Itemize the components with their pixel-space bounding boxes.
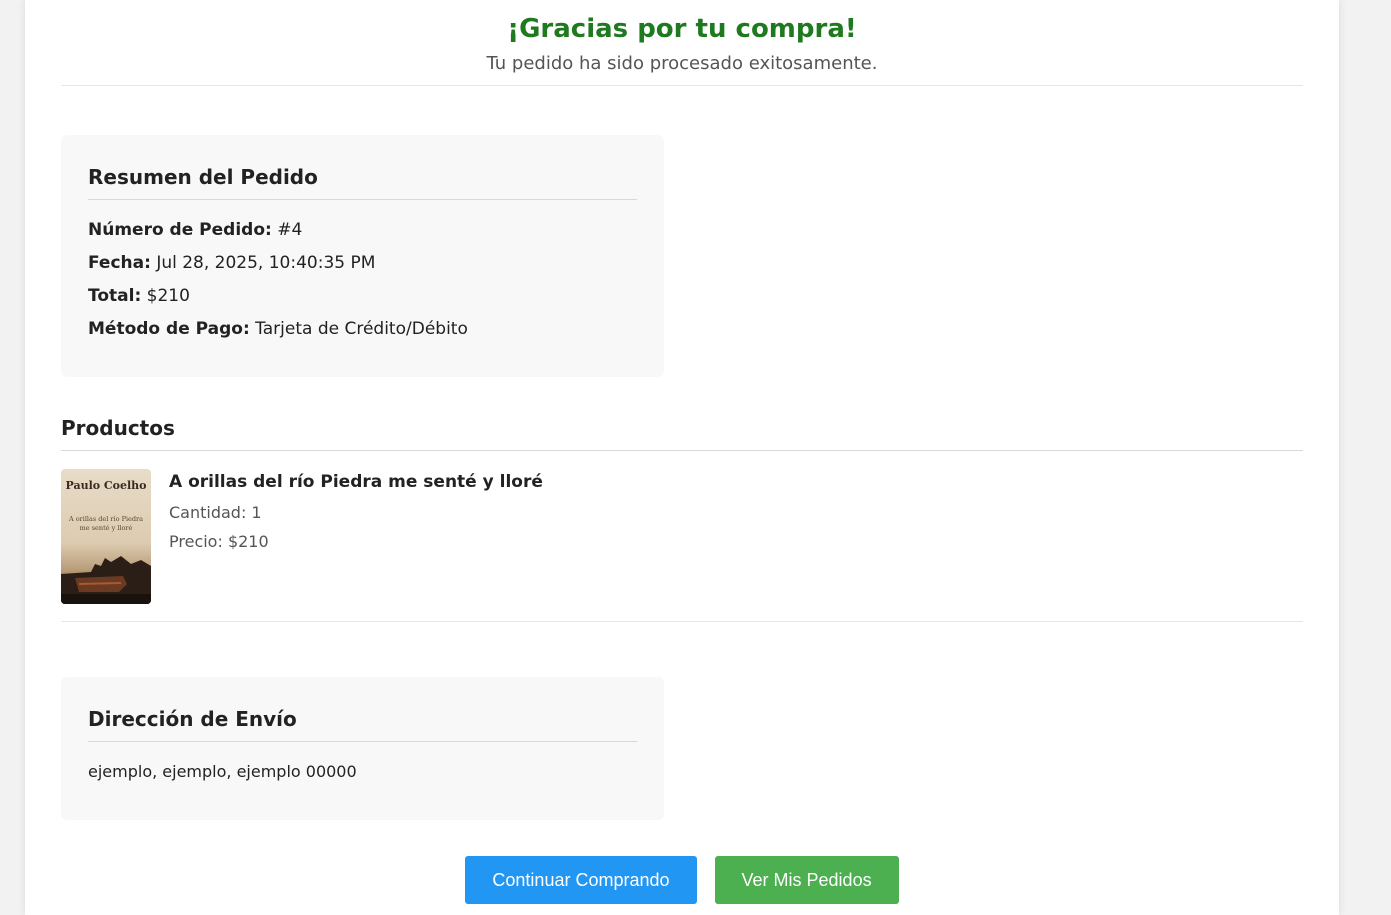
page-subtitle: Tu pedido ha sido procesado exitosamente… xyxy=(486,53,878,74)
book-cover-title: A orillas del río Piedra me senté y llor… xyxy=(68,515,144,532)
continue-shopping-button[interactable]: Continuar Comprando xyxy=(465,856,697,904)
payment-method-value: Tarjeta de Crédito/Débito xyxy=(255,319,468,339)
product-info: A orillas del río Piedra me senté y llor… xyxy=(169,469,543,553)
book-cover-author: Paulo Coelho xyxy=(65,479,147,492)
order-number-label: Número de Pedido: xyxy=(88,220,272,240)
page-content: ¡Gracias por tu compra! Tu pedido ha sid… xyxy=(61,0,1303,904)
order-date-value: Jul 28, 2025, 10:40:35 PM xyxy=(156,253,376,273)
order-date-row: Fecha: Jul 28, 2025, 10:40:35 PM xyxy=(88,247,637,280)
order-date-label: Fecha: xyxy=(88,253,151,273)
order-number-value: #4 xyxy=(277,220,303,240)
product-price: Precio: $210 xyxy=(169,532,269,551)
order-total-label: Total: xyxy=(88,286,142,306)
order-number-row: Número de Pedido: #4 xyxy=(88,214,637,247)
view-my-orders-button[interactable]: Ver Mis Pedidos xyxy=(714,856,899,904)
shipping-address-heading: Dirección de Envío xyxy=(88,705,637,742)
payment-method-row: Método de Pago: Tarjeta de Crédito/Débit… xyxy=(88,313,637,346)
page-title: ¡Gracias por tu compra! xyxy=(507,14,857,44)
order-summary-card: Resumen del Pedido Número de Pedido: #4 … xyxy=(61,135,664,377)
order-summary-list: Número de Pedido: #4 Fecha: Jul 28, 2025… xyxy=(88,214,637,346)
shipping-address-card: Dirección de Envío ejemplo, ejemplo, eje… xyxy=(61,677,664,820)
products-heading: Productos xyxy=(61,413,1303,451)
product-name: A orillas del río Piedra me senté y llor… xyxy=(169,472,543,492)
shipping-address-text: ejemplo, ejemplo, ejemplo 00000 xyxy=(88,762,357,781)
product-quantity: Cantidad: 1 xyxy=(169,503,262,522)
order-total-value: $210 xyxy=(146,286,190,306)
product-item: Paulo Coelho A orillas del río Piedra me… xyxy=(61,469,1303,622)
confirmation-header: ¡Gracias por tu compra! Tu pedido ha sid… xyxy=(61,0,1303,86)
book-cover-boat-icon xyxy=(61,556,151,604)
order-summary-heading: Resumen del Pedido xyxy=(88,163,637,200)
payment-method-label: Método de Pago: xyxy=(88,319,250,339)
action-buttons: Continuar Comprando Ver Mis Pedidos xyxy=(61,856,1303,904)
order-confirmation-page: ¡Gracias por tu compra! Tu pedido ha sid… xyxy=(25,0,1339,915)
order-total-row: Total: $210 xyxy=(88,280,637,313)
book-cover-image: Paulo Coelho A orillas del río Piedra me… xyxy=(61,469,151,604)
